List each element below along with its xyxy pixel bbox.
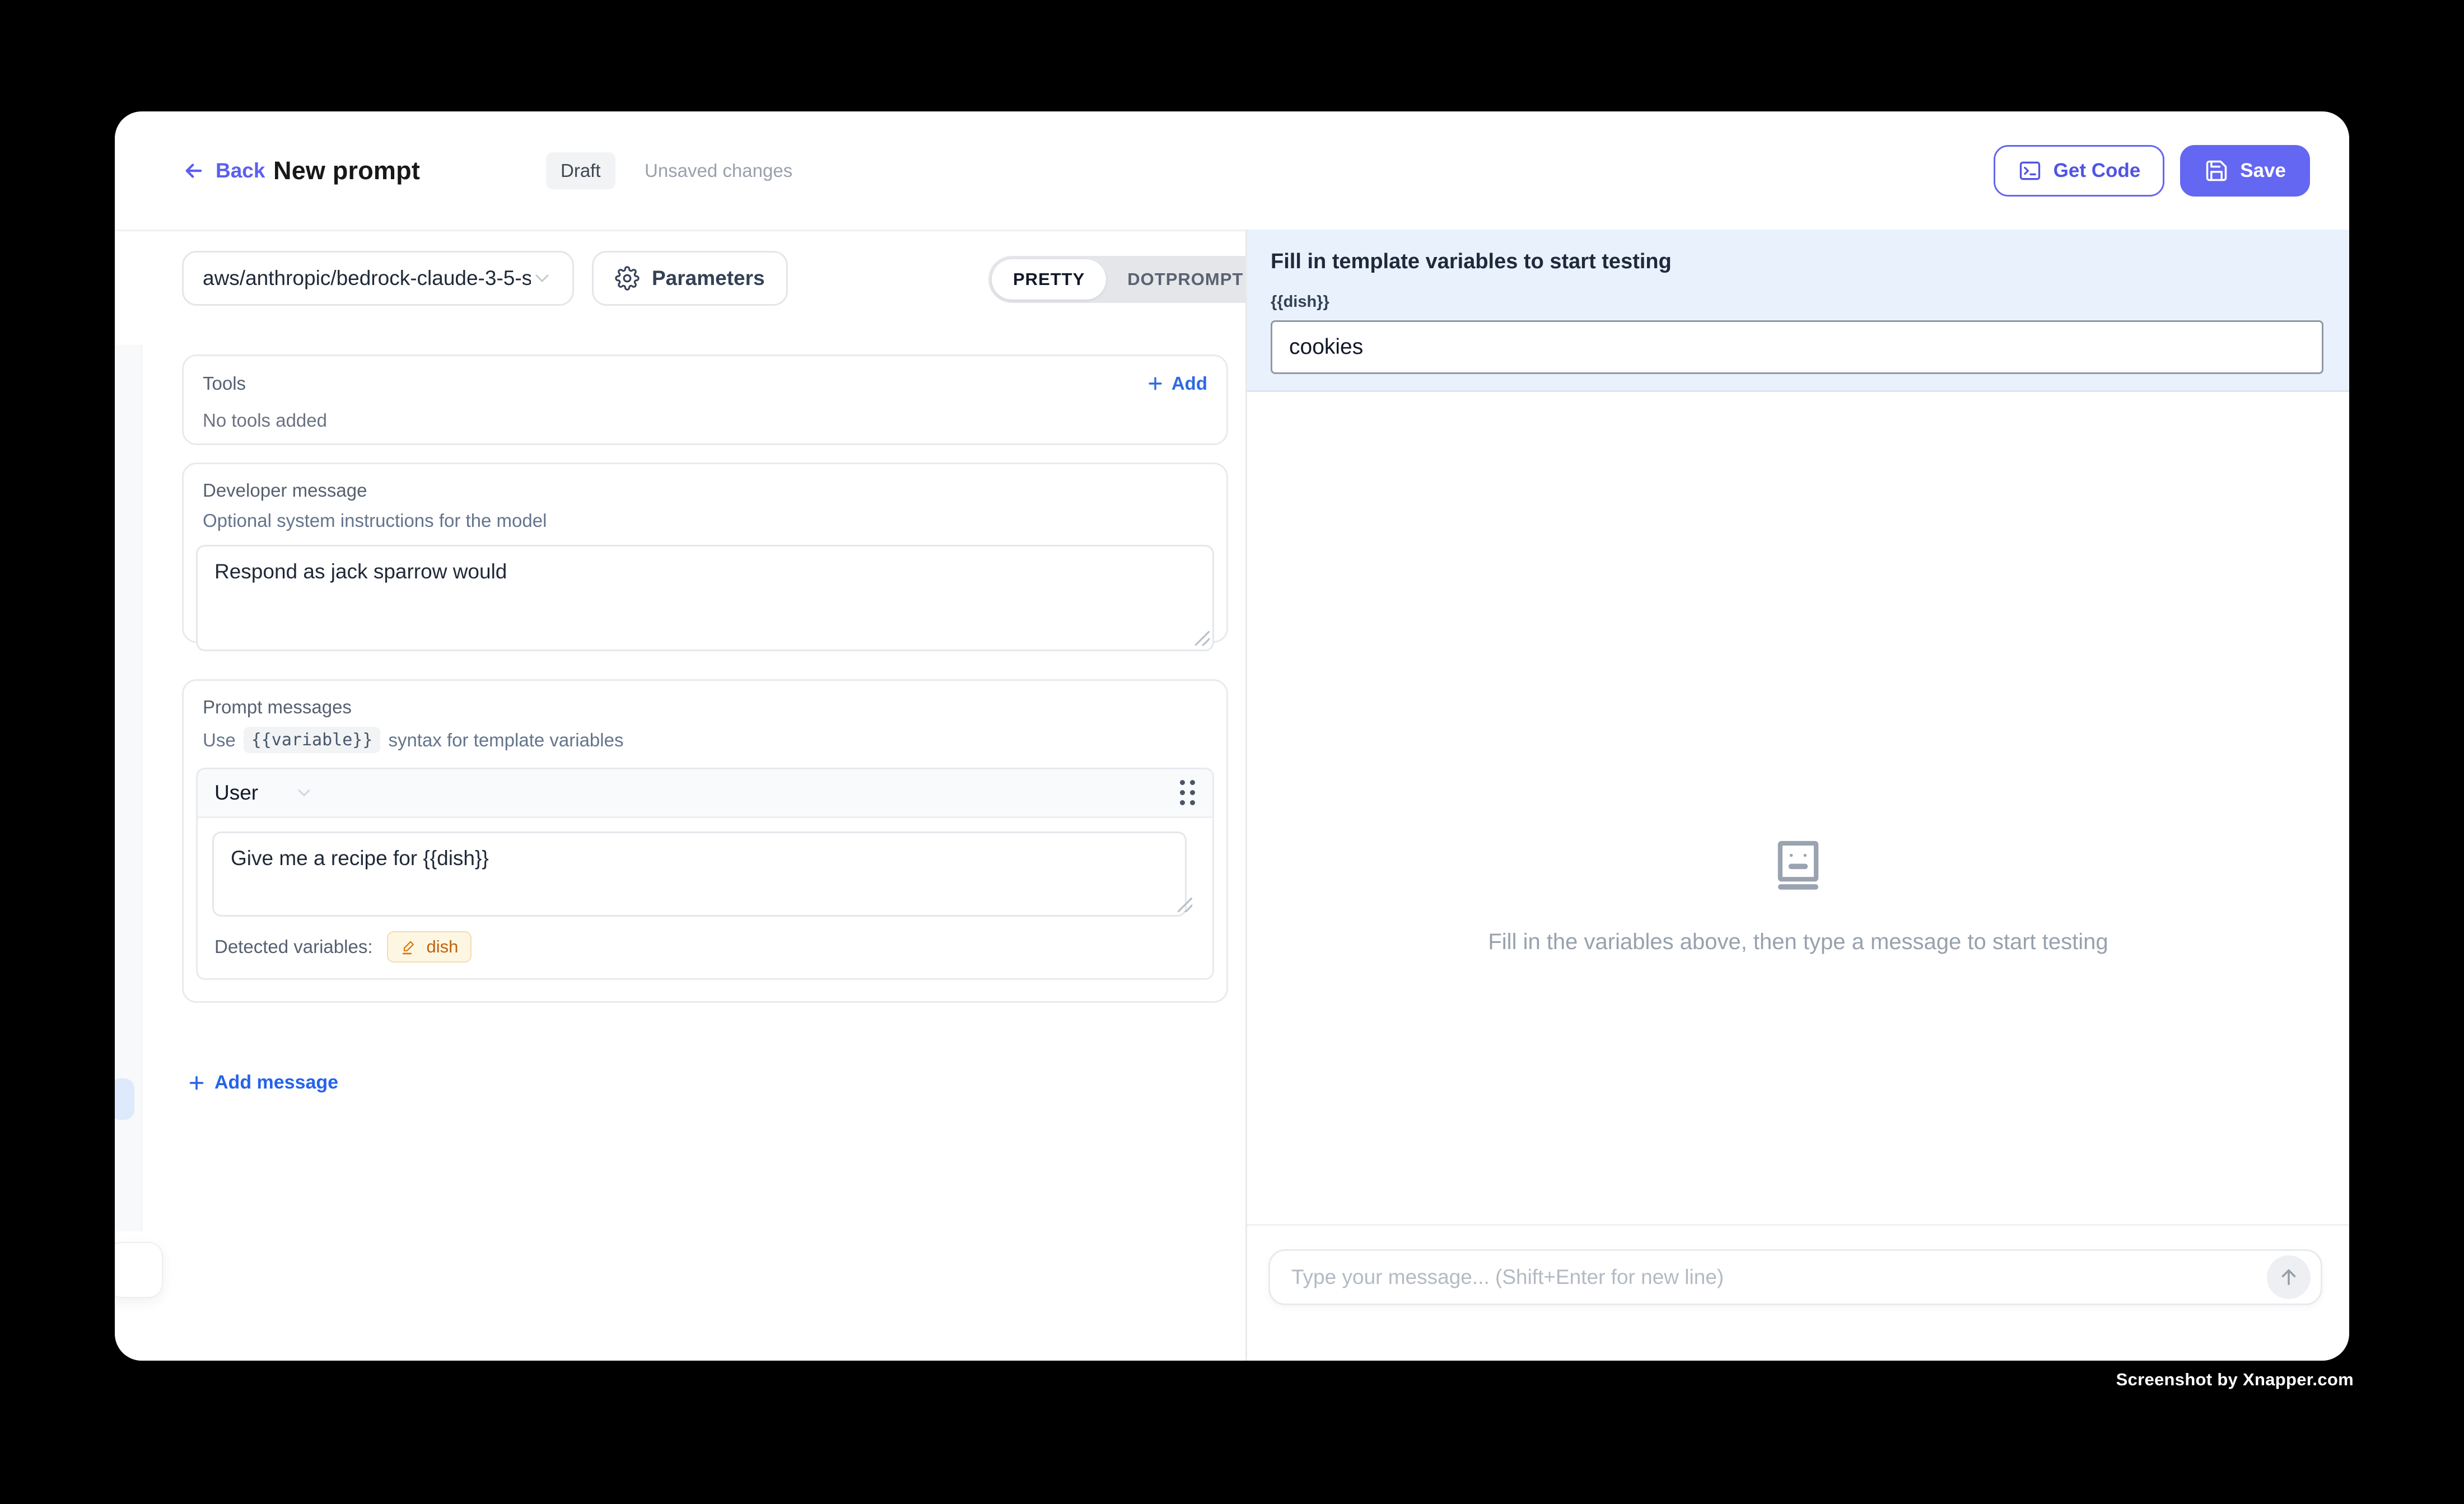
header-actions: Get Code Save: [1994, 145, 2310, 197]
sidebar-active-item[interactable]: [115, 1078, 134, 1120]
detected-variables-row: Detected variables: dish: [198, 917, 1212, 978]
add-tool-label: Add: [1172, 373, 1207, 394]
variables-fill-section: Fill in template variables to start test…: [1247, 230, 2349, 392]
prompt-messages-label: Prompt messages: [184, 681, 1226, 718]
tools-card: Tools Add No tools added: [182, 354, 1228, 445]
chevron-down-icon: [294, 783, 314, 803]
variable-chip-label: dish: [426, 937, 458, 957]
save-label: Save: [2240, 160, 2286, 182]
tools-empty-text: No tools added: [184, 394, 1226, 431]
sidebar-popover: [115, 1242, 163, 1298]
prompt-messages-hint: Use {{variable}} syntax for template var…: [184, 718, 1226, 753]
chat-empty-text: Fill in the variables above, then type a…: [1488, 930, 2108, 955]
get-code-button[interactable]: Get Code: [1994, 145, 2165, 197]
message-header: User: [198, 769, 1212, 818]
view-mode-toggle: PRETTY DOTPROMPT: [988, 256, 1268, 303]
back-button[interactable]: Back: [182, 159, 265, 183]
plus-icon: [186, 1073, 207, 1093]
app-window: Back New prompt Draft Unsaved changes Ge…: [115, 111, 2349, 1361]
role-select-value: User: [214, 781, 258, 805]
fill-title: Fill in template variables to start test…: [1271, 250, 2321, 274]
hint-suffix: syntax for template variables: [388, 730, 623, 751]
drag-handle[interactable]: [1180, 780, 1196, 806]
developer-message-hint: Optional system instructions for the mod…: [184, 501, 1226, 531]
get-code-label: Get Code: [2054, 160, 2141, 182]
toggle-option-dotprompt[interactable]: DOTPROMPT: [1106, 259, 1264, 300]
save-icon: [2204, 158, 2229, 183]
save-button[interactable]: Save: [2180, 145, 2310, 197]
unsaved-changes-text: Unsaved changes: [645, 160, 792, 181]
variable-name-label: {{dish}}: [1271, 293, 2321, 311]
gear-icon: [615, 266, 640, 291]
hint-prefix: Use: [203, 730, 236, 751]
chat-message-input[interactable]: [1290, 1265, 2267, 1290]
tools-label: Tools: [203, 373, 246, 394]
parameters-label: Parameters: [652, 267, 765, 290]
variable-chip-dish[interactable]: dish: [387, 931, 472, 963]
chat-input-bar: [1247, 1224, 2349, 1361]
variable-value-input[interactable]: [1271, 320, 2323, 374]
back-label: Back: [216, 159, 265, 183]
developer-message-textarea[interactable]: Respond as jack sparrow would: [196, 545, 1214, 651]
tester-panel: Fill in template variables to start test…: [1247, 230, 2349, 1361]
chat-empty-state: Fill in the variables above, then type a…: [1247, 834, 2349, 955]
watermark-text: Screenshot by Xnapper.com: [2116, 1370, 2354, 1390]
message-textarea[interactable]: Give me a recipe for {{dish}}: [212, 832, 1187, 917]
model-select[interactable]: aws/anthropic/bedrock-claude-3-5-s...: [182, 251, 574, 306]
toggle-option-pretty[interactable]: PRETTY: [992, 259, 1106, 300]
role-select[interactable]: User: [214, 781, 314, 805]
header: Back New prompt Draft Unsaved changes Ge…: [115, 111, 2349, 231]
add-tool-button[interactable]: Add: [1146, 373, 1207, 394]
chat-input-container: [1268, 1249, 2322, 1305]
model-select-value: aws/anthropic/bedrock-claude-3-5-s...: [203, 267, 531, 290]
plus-icon: [1146, 374, 1165, 393]
model-row: aws/anthropic/bedrock-claude-3-5-s... Pa…: [182, 251, 788, 306]
send-button[interactable]: [2267, 1255, 2311, 1299]
variable-syntax-chip: {{variable}}: [244, 727, 381, 753]
pencil-icon: [400, 938, 418, 956]
developer-message-card: Developer message Optional system instru…: [182, 463, 1228, 643]
chevron-down-icon: [531, 267, 553, 289]
robot-icon: [1767, 834, 1829, 896]
parameters-button[interactable]: Parameters: [592, 251, 788, 306]
page-title: New prompt: [273, 156, 420, 185]
message-block: User Give me a recipe for {{dish}} Detec…: [196, 768, 1214, 980]
status-badge: Draft: [546, 152, 615, 189]
terminal-icon: [2018, 158, 2042, 183]
add-message-button[interactable]: Add message: [186, 1072, 338, 1094]
arrow-left-icon: [182, 159, 206, 183]
detected-variables-label: Detected variables:: [214, 936, 372, 957]
developer-message-label: Developer message: [184, 464, 1226, 501]
prompt-messages-card: Prompt messages Use {{variable}} syntax …: [182, 679, 1228, 1003]
add-message-label: Add message: [214, 1072, 338, 1094]
